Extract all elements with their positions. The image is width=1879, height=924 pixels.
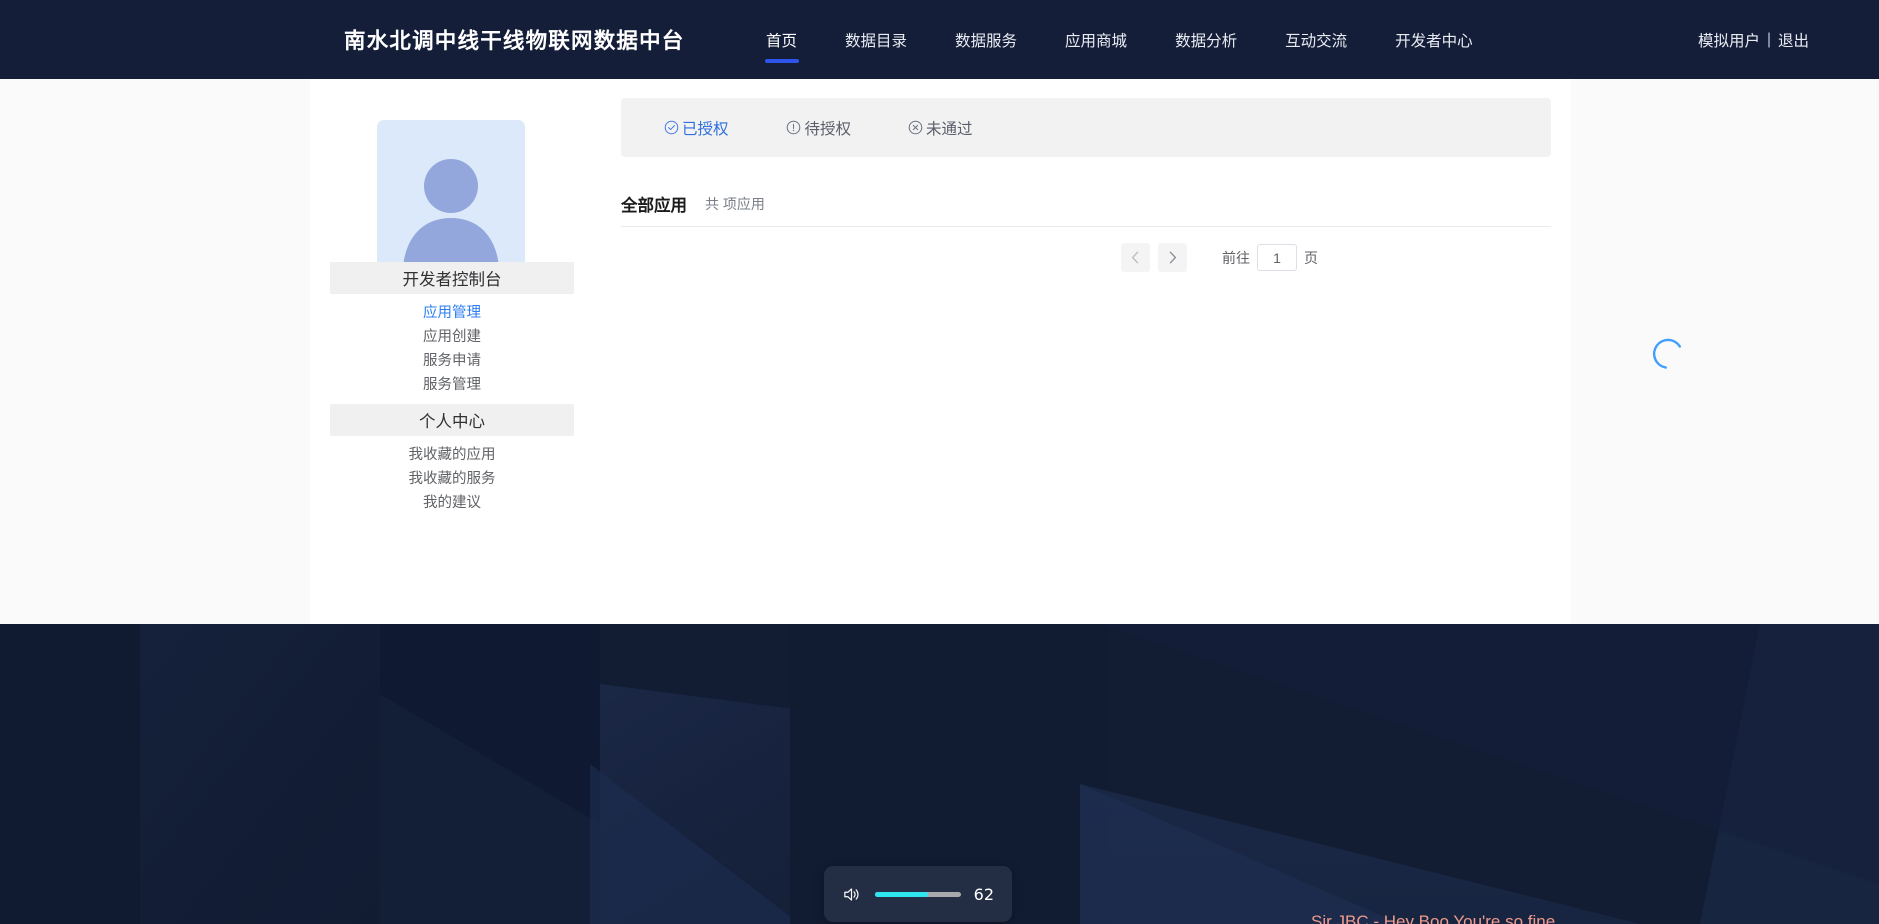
sidebar-group-heading-personal-center: 个人中心	[330, 404, 574, 436]
tab-pending-label: 待授权	[804, 120, 852, 138]
sidebar: 开发者控制台 应用管理 应用创建 服务申请 服务管理 个人中心 我收藏的应用 我…	[330, 79, 574, 624]
top-navigation-bar: 南水北调中线干线物联网数据中台 首页 数据目录 数据服务 应用商城 数据分析 互…	[0, 0, 1879, 79]
pagination-jump-suffix: 页	[1304, 249, 1318, 266]
user-menu: 模拟用户 | 退出	[1698, 0, 1809, 79]
sidebar-item-app-management[interactable]: 应用管理	[330, 299, 574, 323]
brand-title: 南水北调中线干线物联网数据中台	[344, 29, 685, 53]
main-navigation: 首页 数据目录 数据服务 应用商城 数据分析 互动交流 开发者中心	[742, 0, 1497, 79]
avatar[interactable]	[377, 120, 525, 268]
pagination-page-input[interactable]	[1257, 244, 1297, 271]
nav-item-interaction[interactable]: 互动交流	[1261, 0, 1371, 79]
exclamation-circle-icon	[786, 120, 802, 136]
tab-pending-authorization[interactable]: 待授权	[786, 117, 852, 139]
sidebar-group-heading-developer-console: 开发者控制台	[330, 262, 574, 294]
list-title: 全部应用	[621, 196, 687, 215]
volume-slider-fill	[875, 891, 929, 897]
nav-item-data-catalog[interactable]: 数据目录	[821, 0, 931, 79]
tab-authorized-label: 已授权	[682, 120, 729, 138]
pagination-jumper: 前往 页	[1222, 244, 1318, 271]
logout-link[interactable]: 退出	[1778, 29, 1809, 51]
sidebar-item-app-creation[interactable]: 应用创建	[330, 323, 574, 347]
pagination: 前往 页	[1121, 243, 1318, 272]
speaker-volume-icon	[842, 885, 861, 904]
sidebar-item-service-management[interactable]: 服务管理	[330, 371, 574, 395]
pagination-jump-prefix: 前往	[1222, 249, 1250, 266]
nav-item-home[interactable]: 首页	[742, 0, 821, 79]
tab-authorized[interactable]: 已授权	[663, 117, 729, 139]
check-circle-icon	[663, 120, 679, 136]
volume-value-label: 62	[973, 884, 994, 904]
chevron-right-icon	[1169, 251, 1177, 264]
sidebar-item-service-application[interactable]: 服务申请	[330, 347, 574, 371]
status-tab-bar: 已授权 待授权 未通过	[621, 98, 1551, 157]
volume-slider-track[interactable]	[875, 891, 961, 897]
user-avatar-icon	[403, 159, 499, 268]
loading-spinner	[1652, 338, 1685, 371]
sidebar-item-my-suggestions[interactable]: 我的建议	[330, 489, 574, 513]
sidebar-item-favorite-services[interactable]: 我收藏的服务	[330, 465, 574, 489]
list-header: 全部应用 共 项应用	[621, 181, 1551, 227]
tab-rejected-label: 未通过	[926, 120, 973, 138]
list-count-text: 共 项应用	[705, 195, 765, 212]
close-circle-icon	[907, 120, 923, 136]
now-playing-text: Sir JBC - Hey Boo You're so fine	[1311, 912, 1556, 924]
pagination-prev-button[interactable]	[1121, 243, 1150, 272]
chevron-left-icon	[1131, 251, 1139, 264]
user-name-label[interactable]: 模拟用户	[1698, 29, 1760, 51]
nav-item-app-store[interactable]: 应用商城	[1041, 0, 1151, 79]
main-panel: 已授权 待授权 未通过 全部应用 共 项应用 前往 1 页	[594, 79, 1682, 624]
user-menu-separator: |	[1766, 30, 1771, 48]
volume-osd: 62	[824, 866, 1012, 922]
sidebar-item-favorite-apps[interactable]: 我收藏的应用	[330, 441, 574, 465]
nav-item-data-analysis[interactable]: 数据分析	[1151, 0, 1261, 79]
tab-rejected[interactable]: 未通过	[907, 117, 973, 139]
nav-item-data-service[interactable]: 数据服务	[931, 0, 1041, 79]
pagination-next-button[interactable]	[1158, 243, 1187, 272]
app-root: 南水北调中线干线物联网数据中台 首页 数据目录 数据服务 应用商城 数据分析 互…	[0, 0, 1879, 924]
nav-item-developer-center[interactable]: 开发者中心	[1371, 0, 1497, 79]
